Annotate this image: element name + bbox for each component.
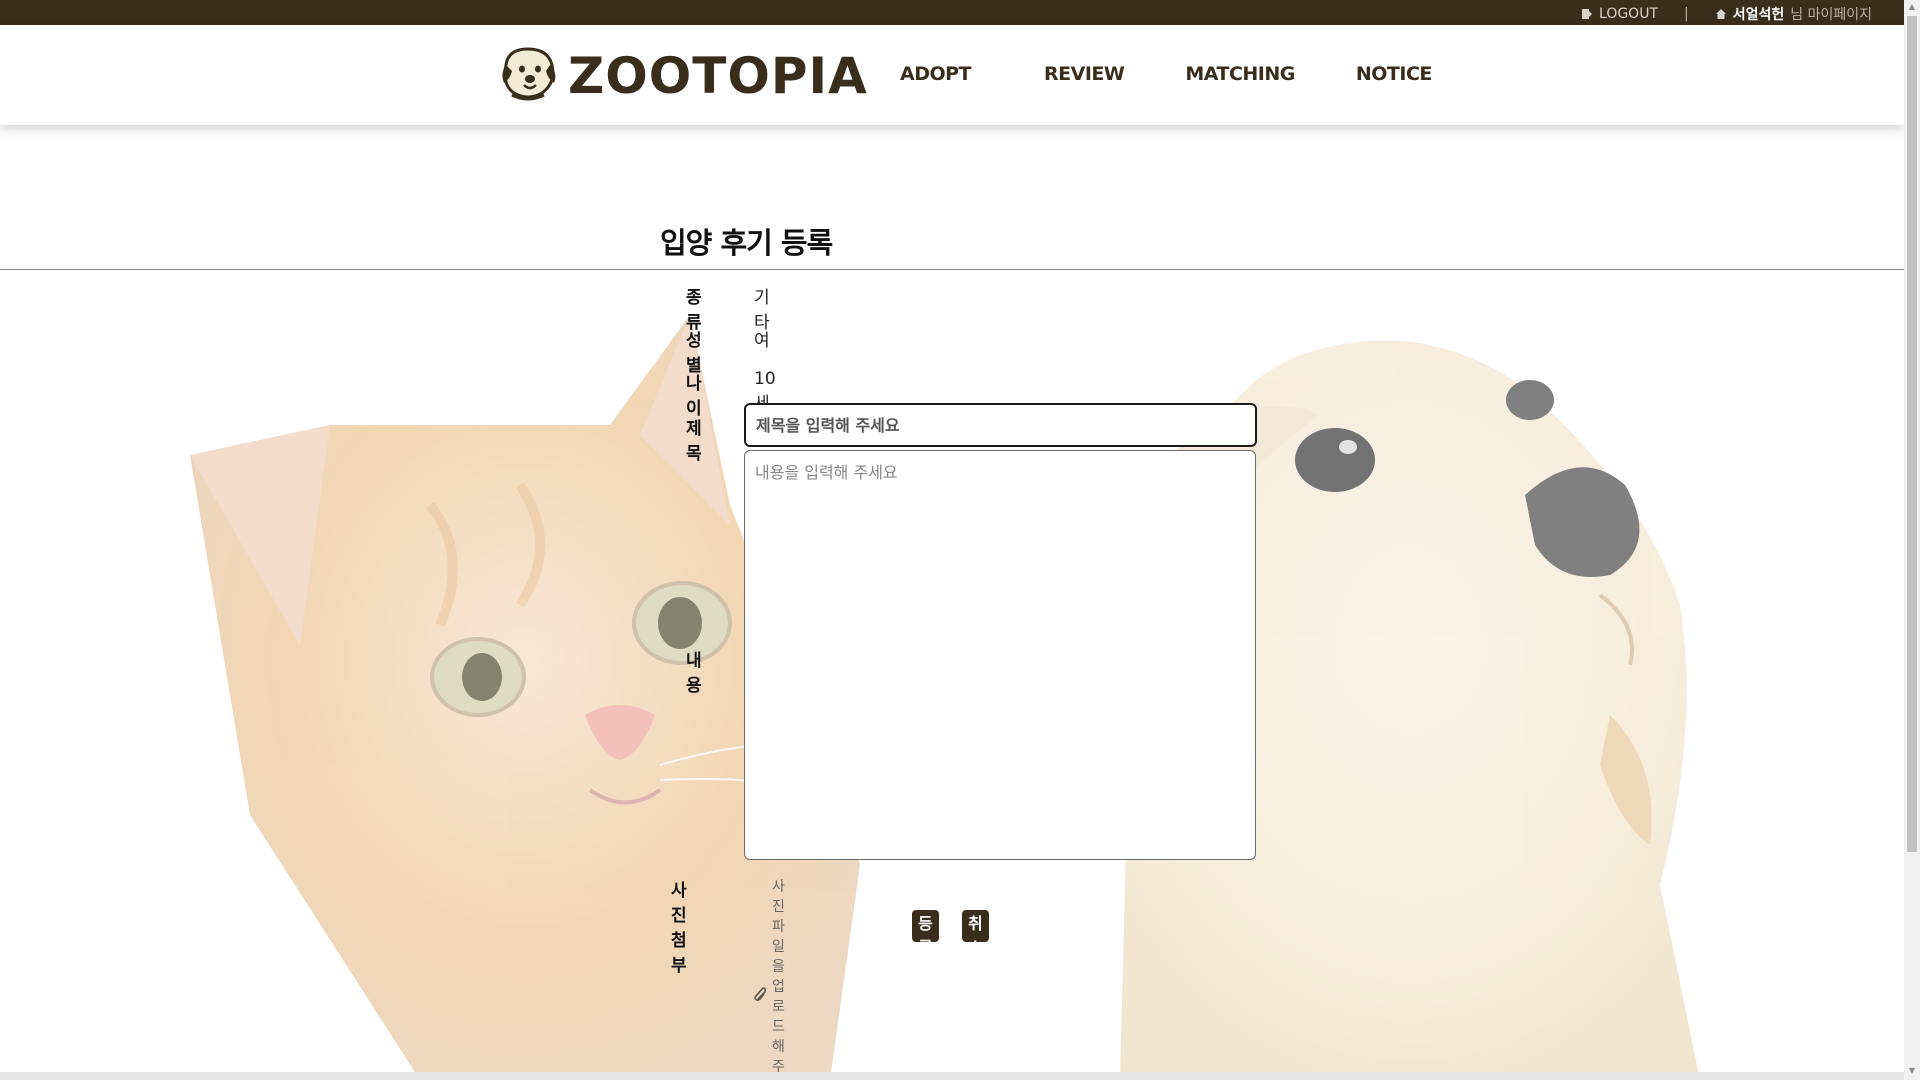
topbar-separator: | xyxy=(1684,6,1689,22)
paperclip-icon xyxy=(752,986,767,1006)
gender-value: 여 xyxy=(754,331,770,351)
main-nav: ADOPT REVIEW MATCHING NOTICE xyxy=(880,63,1432,85)
logout-icon xyxy=(1581,8,1593,20)
mypage-link[interactable]: 님 마이페이지 xyxy=(1790,4,1872,24)
subject-input[interactable] xyxy=(744,403,1257,447)
page-title: 입양 후기 등록 xyxy=(660,226,833,260)
scroll-up-icon[interactable]: ▲ xyxy=(1907,2,1917,12)
brand-logo[interactable]: ZOOTOPIA xyxy=(498,43,868,109)
photo-upload[interactable]: 사진 파일을 업로드해 주세요 xyxy=(752,876,785,1080)
bottom-edge xyxy=(0,1072,1904,1080)
site-header: ZOOTOPIA ADOPT REVIEW MATCHING NOTICE xyxy=(0,25,1904,125)
home-icon xyxy=(1715,8,1727,20)
cancel-button[interactable]: 취소 xyxy=(962,910,989,957)
title-divider xyxy=(0,269,1904,270)
age-label: 나이 xyxy=(686,374,702,419)
page-scrollbar[interactable]: ▲ ▼ xyxy=(1904,0,1920,1080)
brand-name: ZOOTOPIA xyxy=(568,47,868,105)
nav-review[interactable]: REVIEW xyxy=(1044,63,1125,85)
photo-label: 사진첨부 xyxy=(671,881,687,976)
photo-upload-prompt: 사진 파일을 업로드해 주세요 xyxy=(772,879,785,1080)
nav-notice[interactable]: NOTICE xyxy=(1356,63,1433,85)
submit-button[interactable]: 등록 xyxy=(912,910,939,957)
subject-label: 제목 xyxy=(686,419,702,464)
user-menu: LOGOUT | 서얼석헌 님 마이페이지 xyxy=(1581,4,1872,24)
top-utility-bar: LOGOUT | 서얼석헌 님 마이페이지 xyxy=(0,0,1904,25)
nav-matching[interactable]: MATCHING xyxy=(1185,63,1295,85)
user-name-link[interactable]: 서얼석헌 xyxy=(1733,4,1785,24)
dog-logo-icon xyxy=(498,43,560,109)
content-textarea[interactable] xyxy=(744,450,1256,860)
scroll-down-icon[interactable]: ▼ xyxy=(1907,1066,1917,1076)
nav-adopt[interactable]: ADOPT xyxy=(900,63,972,85)
content-label: 내용 xyxy=(686,651,702,696)
scroll-thumb[interactable] xyxy=(1907,16,1917,852)
logout-link[interactable]: LOGOUT xyxy=(1599,6,1658,22)
